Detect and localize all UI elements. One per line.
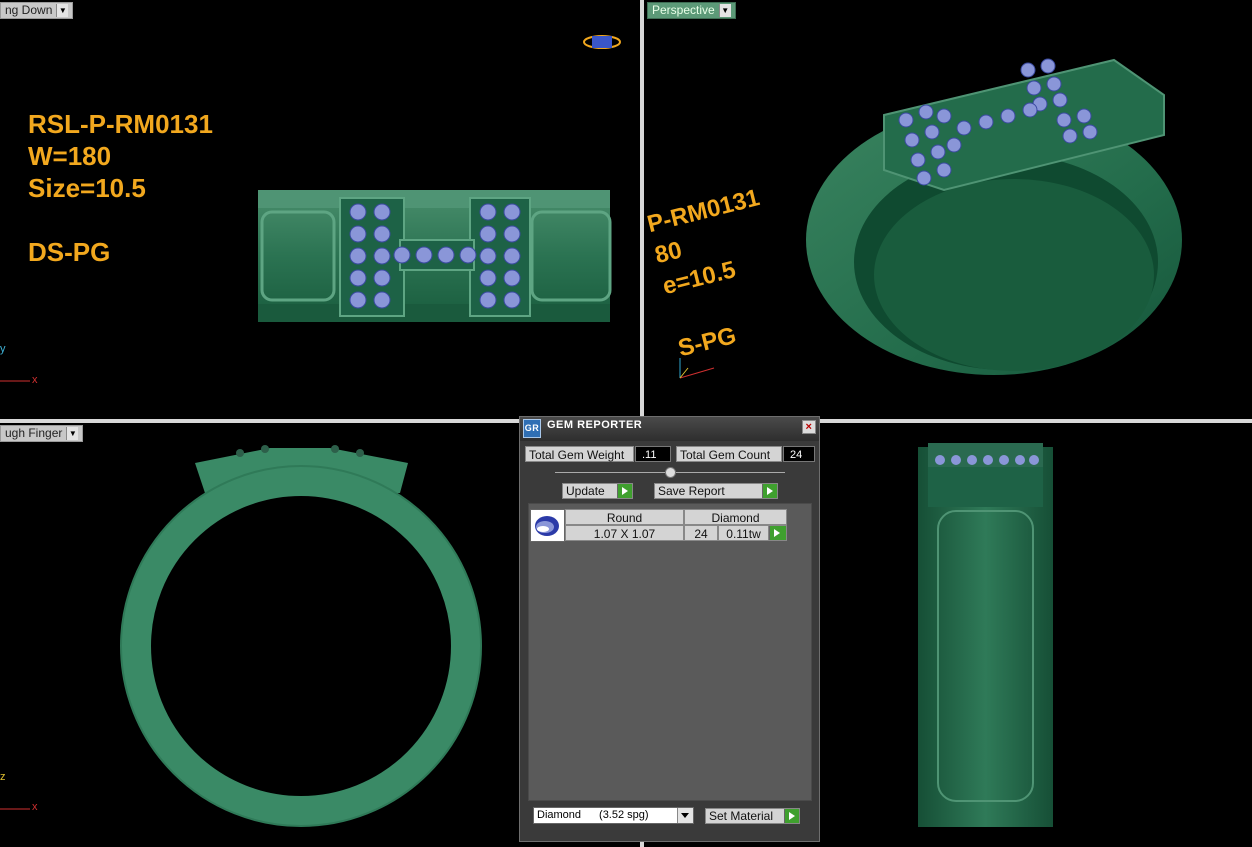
dropdown-arrow-icon[interactable]: ▼ [66, 427, 79, 440]
gem-reporter-logo-icon: GR [523, 419, 541, 438]
viewport-top-left[interactable]: ng Down ▼ RSL-P-RM0131 W=180 Size=10.5 DS… [0, 0, 640, 419]
axis-z-label: z [0, 771, 6, 783]
dropdown-arrow-icon[interactable] [677, 808, 693, 823]
total-gem-count-label: Total Gem Count [676, 446, 782, 462]
gem-material-cell: Diamond [684, 509, 787, 525]
axis-x-label: x [32, 374, 38, 386]
go-arrow-icon [784, 809, 799, 823]
total-gem-weight-label: Total Gem Weight [525, 446, 634, 462]
gem-reporter-title: GEM REPORTER [547, 419, 643, 431]
axis-x-label: x [32, 801, 38, 813]
viewport-label-perspective[interactable]: Perspective ▼ [647, 2, 736, 19]
dropdown-arrow-icon[interactable]: ▼ [718, 4, 731, 17]
collapse-toggle-icon[interactable] [665, 467, 676, 478]
material-select[interactable]: Diamond (3.52 spg) [533, 807, 694, 824]
ring-spec-text: RSL-P-RM0131 W=180 Size=10.5 DS-PG [28, 109, 213, 267]
total-gem-count-value: 24 [783, 446, 815, 462]
gem-row-go-button[interactable] [769, 525, 787, 541]
update-button[interactable]: Update [562, 483, 633, 499]
gem-size-cell: 1.07 X 1.07 [565, 525, 684, 541]
gem-reporter-titlebar[interactable]: GR GEM REPORTER × [520, 417, 819, 441]
gem-weight-cell: 0.11tw [718, 525, 769, 541]
gem-row[interactable]: Round Diamond 1.07 X 1.07 24 0.11tw [530, 509, 788, 542]
viewport-label-bottom-left[interactable]: ugh Finger ▼ [0, 425, 84, 442]
gem-thumb-icon [530, 509, 565, 542]
go-arrow-icon [762, 484, 777, 498]
gem-reporter-panel[interactable]: GR GEM REPORTER × Total Gem Weight .11 T… [519, 416, 820, 842]
set-material-button[interactable]: Set Material [705, 808, 800, 824]
dropdown-arrow-icon[interactable]: ▼ [56, 4, 69, 17]
save-report-button[interactable]: Save Report [654, 483, 778, 499]
total-gem-weight-value: .11 [635, 446, 671, 462]
gem-count-cell: 24 [684, 525, 718, 541]
gem-shape-cell: Round [565, 509, 684, 525]
viewport-label-top-left[interactable]: ng Down ▼ [0, 2, 74, 19]
axis-y-label: y [0, 343, 6, 355]
gem-list[interactable]: Round Diamond 1.07 X 1.07 24 0.11tw [528, 503, 812, 801]
go-arrow-icon [769, 526, 786, 540]
close-icon[interactable]: × [802, 420, 816, 434]
view-cube-icon[interactable] [583, 35, 621, 49]
go-arrow-icon [617, 484, 632, 498]
viewport-top-right[interactable]: Perspective ▼ P-RM0131 80 e=10.5 S-PG [644, 0, 1252, 419]
